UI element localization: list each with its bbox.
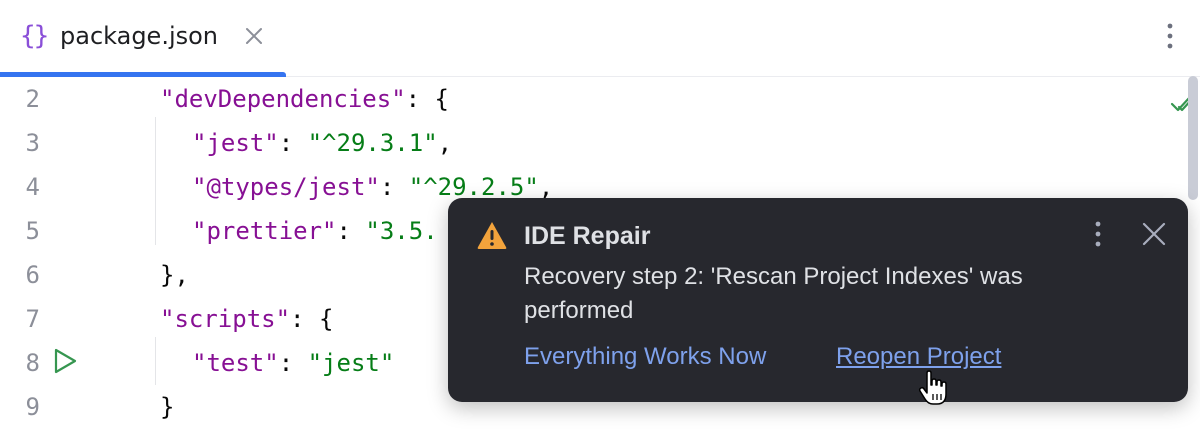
line-number: 9 xyxy=(25,393,40,421)
editor-tab-bar: {} package.json xyxy=(0,0,1200,77)
code-line: "scripts": { xyxy=(160,305,334,333)
code-line: }, xyxy=(160,261,189,289)
notification-title: IDE Repair xyxy=(524,222,651,250)
code-line: } xyxy=(160,393,175,421)
vertical-scrollbar[interactable] xyxy=(1188,76,1198,200)
line-number: 3 xyxy=(25,129,40,157)
reopen-project-link[interactable]: Reopen Project xyxy=(836,340,1001,374)
line-number: 4 xyxy=(25,173,40,201)
json-braces-icon: {} xyxy=(20,21,49,51)
warning-icon xyxy=(477,222,507,249)
line-number: 6 xyxy=(25,261,40,289)
notification-message: Recovery step 2: 'Rescan Project Indexes… xyxy=(524,263,1023,324)
code-line: "jest": "^29.3.1", xyxy=(192,129,453,157)
more-options-icon[interactable] xyxy=(1156,20,1184,52)
line-number: 8 xyxy=(25,349,40,377)
code-line: "devDependencies": { xyxy=(160,85,449,113)
indent-guide xyxy=(155,337,156,385)
code-line: "test": "jest" xyxy=(192,349,395,377)
code-line: "prettier": "3.5. xyxy=(192,217,438,245)
more-options-icon[interactable] xyxy=(1084,218,1112,250)
run-test-icon[interactable] xyxy=(52,347,78,375)
close-icon[interactable] xyxy=(1138,218,1170,250)
everything-works-now-link[interactable]: Everything Works Now xyxy=(524,340,766,374)
line-number: 5 xyxy=(25,217,40,245)
tab-label: package.json xyxy=(60,22,219,50)
hand-cursor-icon xyxy=(918,370,947,405)
line-number: 2 xyxy=(25,85,40,113)
ide-repair-notification: IDE Repair Recovery step 2: 'Rescan Proj… xyxy=(448,198,1188,402)
indent-guide xyxy=(155,117,156,245)
close-icon[interactable] xyxy=(240,22,268,50)
tab-package-json[interactable]: {} package.json xyxy=(0,0,286,77)
line-number: 7 xyxy=(25,305,40,333)
